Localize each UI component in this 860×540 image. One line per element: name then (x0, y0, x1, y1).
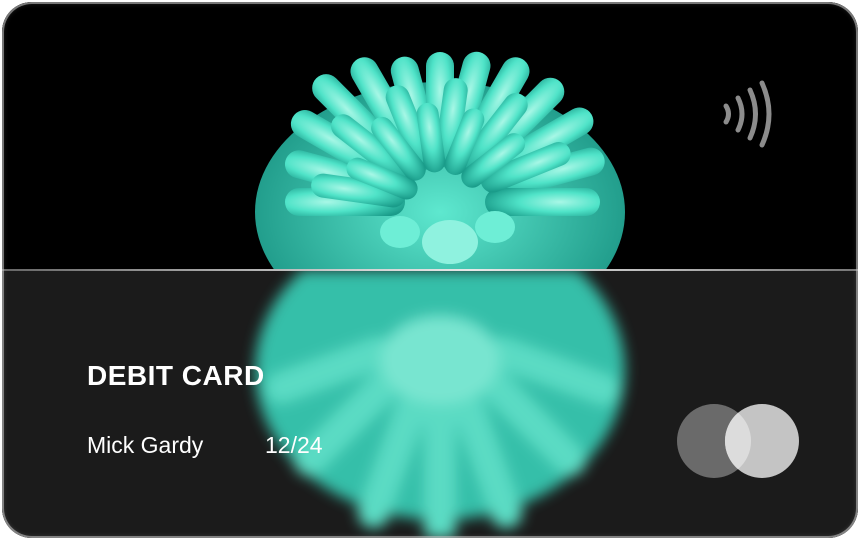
card-divider (2, 269, 858, 271)
debit-card: DEBIT CARD Mick Gardy 12/24 (2, 2, 858, 538)
card-type-label: DEBIT CARD (87, 360, 265, 391)
card-top-section (2, 2, 858, 270)
contactless-icon (723, 80, 772, 148)
mastercard-logo (677, 404, 799, 478)
card-expiry-date: 12/24 (265, 432, 323, 458)
cardholder-name: Mick Gardy (87, 432, 204, 458)
